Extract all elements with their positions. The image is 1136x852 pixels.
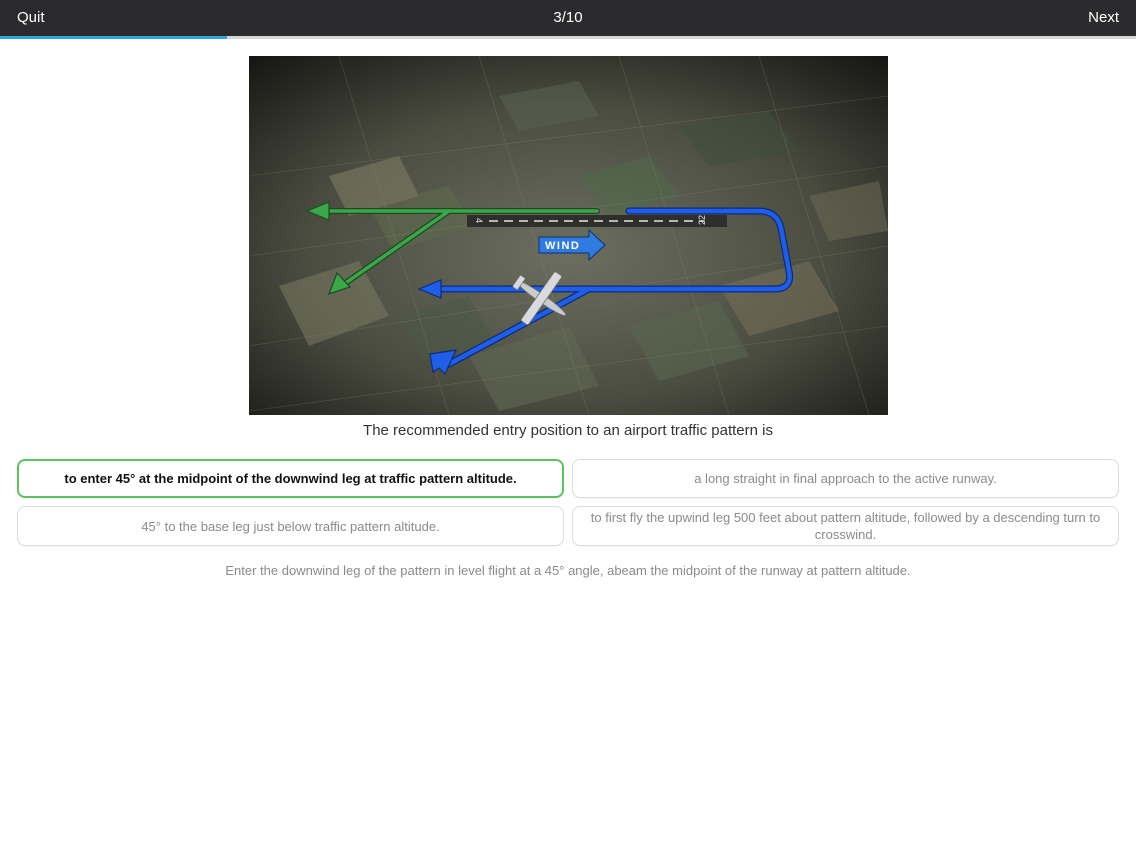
traffic-pattern-illustration: 4 22 WIND	[249, 56, 888, 415]
answer-option-2[interactable]: a long straight in final approach to the…	[572, 459, 1119, 498]
answer-option-3[interactable]: 45° to the base leg just below traffic p…	[17, 506, 564, 546]
answer-explanation: Enter the downwind leg of the pattern in…	[225, 563, 911, 578]
progress-bar	[0, 36, 1136, 39]
runway-number-right: 22	[697, 215, 707, 225]
wind-label: WIND	[545, 240, 580, 252]
top-bar: Quit 3/10 Next	[0, 0, 1136, 36]
question-text: The recommended entry position to an air…	[363, 422, 773, 439]
next-button[interactable]: Next	[1088, 9, 1119, 26]
aerial-view-image: 4 22 WIND	[249, 56, 888, 415]
answer-option-4[interactable]: to first fly the upwind leg 500 feet abo…	[572, 506, 1119, 546]
progress-bar-fill	[0, 36, 228, 39]
answer-option-1[interactable]: to enter 45° at the midpoint of the down…	[17, 459, 564, 498]
runway-number-left: 4	[474, 218, 484, 223]
question-counter: 3/10	[553, 9, 583, 26]
